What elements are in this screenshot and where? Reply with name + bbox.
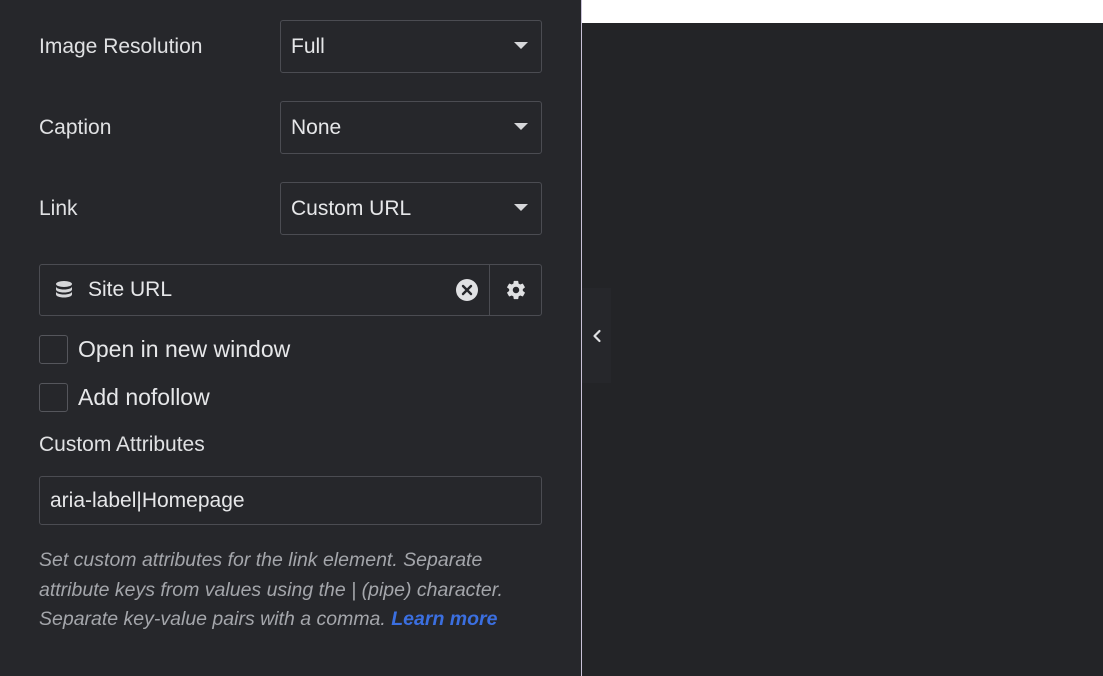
dynamic-tag-field[interactable]: Site URL xyxy=(39,264,542,316)
image-resolution-label: Image Resolution xyxy=(39,34,203,58)
dynamic-tag-label: Site URL xyxy=(88,278,173,301)
custom-attributes-help: Set custom attributes for the link eleme… xyxy=(39,546,549,635)
gear-icon xyxy=(506,280,525,300)
chevron-left-icon xyxy=(592,329,601,342)
image-resolution-select[interactable]: Full xyxy=(280,20,542,73)
caret-down-icon xyxy=(514,42,528,49)
caret-down-icon xyxy=(514,204,528,211)
link-value: Custom URL xyxy=(291,196,412,220)
settings-panel: Image Resolution Full Caption None Link … xyxy=(0,0,581,676)
custom-attributes-input[interactable] xyxy=(39,476,542,525)
clear-tag-button[interactable] xyxy=(455,278,479,302)
add-nofollow-row[interactable]: Add nofollow xyxy=(39,383,210,412)
image-resolution-row: Image Resolution xyxy=(39,20,202,73)
link-label: Link xyxy=(39,196,78,220)
caption-value: None xyxy=(291,115,342,139)
learn-more-link[interactable]: Learn more xyxy=(391,608,497,630)
link-row: Link xyxy=(39,182,78,235)
open-new-window-label: Open in new window xyxy=(78,336,291,362)
caption-label: Caption xyxy=(39,115,112,139)
caption-select[interactable]: None xyxy=(280,101,542,154)
link-select[interactable]: Custom URL xyxy=(280,182,542,235)
database-icon xyxy=(40,265,88,315)
custom-attributes-label: Custom Attributes xyxy=(39,433,205,456)
image-resolution-value: Full xyxy=(291,34,325,58)
open-new-window-checkbox[interactable] xyxy=(39,335,68,364)
add-nofollow-checkbox[interactable] xyxy=(39,383,68,412)
close-circle-icon xyxy=(456,279,478,301)
open-new-window-row[interactable]: Open in new window xyxy=(39,335,290,364)
preview-area xyxy=(582,0,1103,676)
preview-header-strip xyxy=(582,0,1103,23)
caption-row: Caption xyxy=(39,101,111,154)
tag-settings-button[interactable] xyxy=(489,265,541,315)
collapse-panel-button[interactable] xyxy=(582,288,611,383)
caret-down-icon xyxy=(514,123,528,130)
add-nofollow-label: Add nofollow xyxy=(78,384,210,410)
